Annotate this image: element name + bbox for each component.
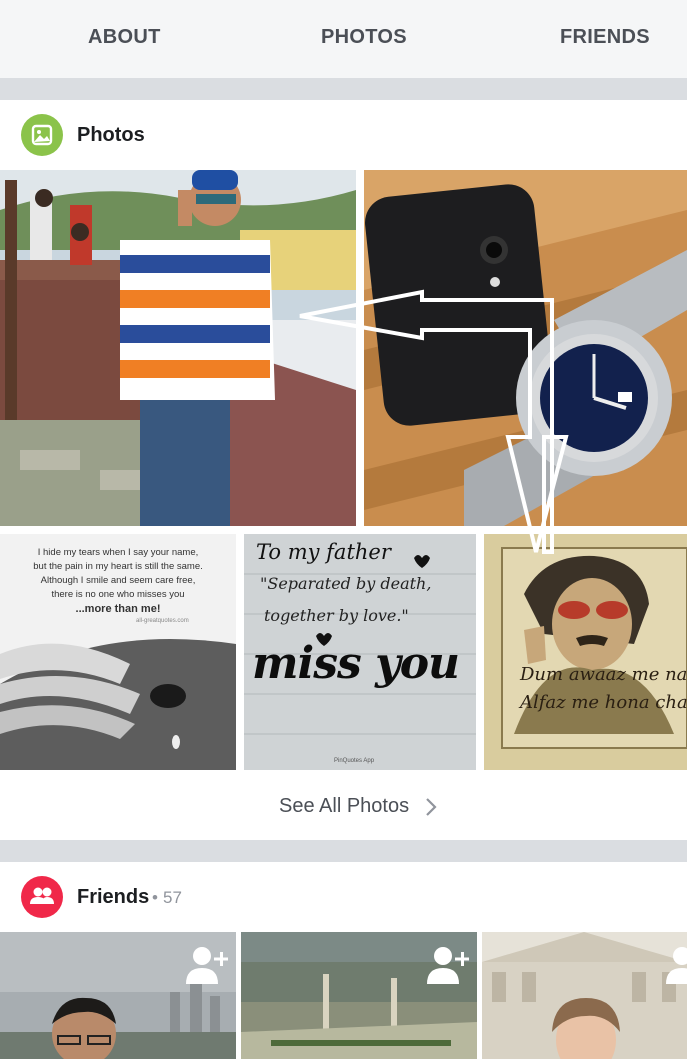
see-all-photos-button[interactable]: See All Photos — [0, 770, 687, 840]
friends-section-title: Friends — [77, 886, 150, 908]
friends-icon — [21, 876, 63, 918]
friend-tile-1[interactable] — [0, 932, 236, 1059]
friend-tile-2[interactable] — [241, 932, 477, 1059]
friends-count: 57 — [163, 888, 182, 907]
friend-tile-3[interactable] — [482, 932, 687, 1059]
friends-count-separator: • — [152, 888, 158, 907]
section-divider — [0, 840, 687, 862]
friends-section-header[interactable]: Friends • 57 — [0, 862, 687, 932]
see-all-photos-label: See All Photos — [279, 795, 410, 817]
add-friend-icon[interactable] — [423, 940, 473, 990]
add-friend-icon[interactable] — [182, 940, 232, 990]
add-friend-icon[interactable] — [662, 940, 687, 990]
chevron-right-icon — [426, 798, 437, 816]
